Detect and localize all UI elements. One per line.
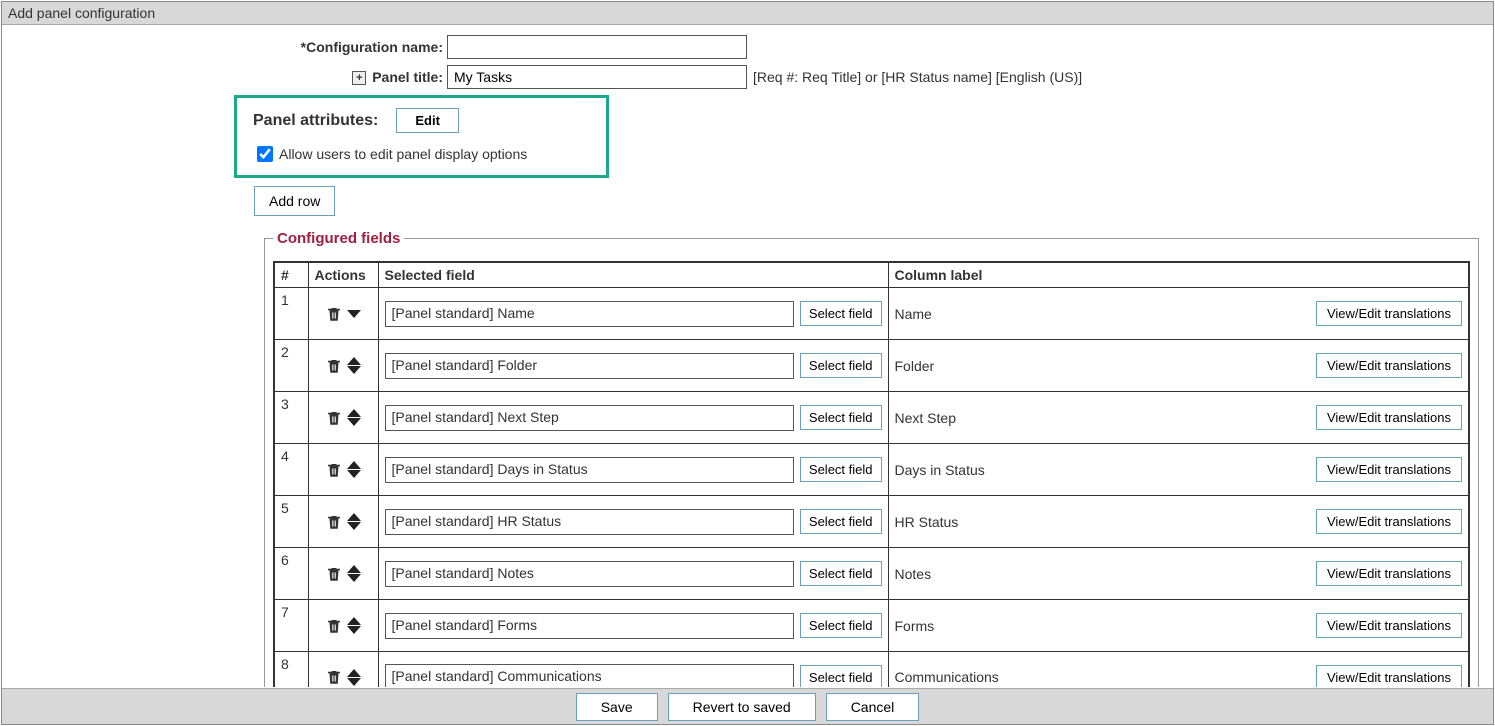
move-up-icon[interactable]: [347, 357, 361, 365]
move-down-icon[interactable]: [347, 310, 361, 318]
selected-field-value: [Panel standard] Next Step: [385, 405, 794, 431]
cancel-button[interactable]: Cancel: [826, 693, 920, 721]
select-field-button[interactable]: Select field: [800, 561, 882, 586]
selected-field-value: [Panel standard] Notes: [385, 561, 794, 587]
row-number: 7: [274, 600, 308, 652]
row-number: 3: [274, 392, 308, 444]
select-field-button[interactable]: Select field: [800, 509, 882, 534]
selected-field-value: [Panel standard] Folder: [385, 353, 794, 379]
move-down-icon[interactable]: [347, 522, 361, 530]
column-label-value: Folder: [895, 358, 1308, 374]
selected-field-value: [Panel standard] HR Status: [385, 509, 794, 535]
row-number: 8: [274, 652, 308, 688]
allow-edit-display-label: Allow users to edit panel display option…: [279, 146, 527, 162]
move-up-icon[interactable]: [347, 669, 361, 677]
edit-panel-attributes-button[interactable]: Edit: [396, 108, 459, 133]
selected-field-value: [Panel standard] Name: [385, 301, 794, 327]
column-label-value: HR Status: [895, 514, 1308, 530]
move-up-icon[interactable]: [347, 409, 361, 417]
view-edit-translations-button[interactable]: View/Edit translations: [1316, 561, 1462, 586]
row-number: 1: [274, 288, 308, 340]
move-down-icon[interactable]: [347, 678, 361, 686]
select-field-button[interactable]: Select field: [800, 301, 882, 326]
move-down-icon[interactable]: [347, 418, 361, 426]
move-up-icon[interactable]: [347, 513, 361, 521]
configured-fields-fieldset: Configured fields # Actions Selected fie…: [264, 230, 1479, 687]
trash-icon[interactable]: [325, 460, 343, 480]
table-row: 7 [Panel standard] FormsSelect field Forms…: [274, 600, 1469, 652]
select-field-button[interactable]: Select field: [800, 353, 882, 378]
move-up-icon[interactable]: [347, 617, 361, 625]
th-selected: Selected field: [378, 262, 888, 288]
move-down-icon[interactable]: [347, 470, 361, 478]
configured-fields-table: # Actions Selected field Column label 1 […: [273, 261, 1470, 687]
footer-bar: Save Revert to saved Cancel: [2, 688, 1493, 724]
trash-icon[interactable]: [325, 356, 343, 376]
select-field-button[interactable]: Select field: [800, 405, 882, 430]
column-label-value: Forms: [895, 618, 1308, 634]
move-up-icon[interactable]: [347, 565, 361, 573]
config-name-input[interactable]: [447, 35, 747, 59]
table-row: 8 [Panel standard] Communications Select f…: [274, 652, 1469, 688]
table-row: 4 [Panel standard] Days in StatusSelect f…: [274, 444, 1469, 496]
view-edit-translations-button[interactable]: View/Edit translations: [1316, 509, 1462, 534]
save-button[interactable]: Save: [576, 693, 658, 721]
row-number: 5: [274, 496, 308, 548]
panel-title-input[interactable]: [447, 65, 747, 89]
move-down-icon[interactable]: [347, 574, 361, 582]
column-label-value: Notes: [895, 566, 1308, 582]
trash-icon[interactable]: [325, 304, 343, 324]
view-edit-translations-button[interactable]: View/Edit translations: [1316, 301, 1462, 326]
trash-icon[interactable]: [325, 616, 343, 636]
configured-fields-legend: Configured fields: [273, 230, 404, 247]
select-field-button[interactable]: Select field: [800, 457, 882, 482]
trash-icon[interactable]: [325, 408, 343, 428]
trash-icon[interactable]: [325, 667, 343, 687]
table-row: 6 [Panel standard] NotesSelect field Notes…: [274, 548, 1469, 600]
view-edit-translations-button[interactable]: View/Edit translations: [1316, 405, 1462, 430]
select-field-button[interactable]: Select field: [800, 665, 882, 687]
column-label-value: Name: [895, 306, 1308, 322]
panel-attributes-label: Panel attributes:: [253, 112, 378, 130]
column-label-value: Days in Status: [895, 462, 1308, 478]
select-field-button[interactable]: Select field: [800, 613, 882, 638]
column-label-value: Next Step: [895, 410, 1308, 426]
view-edit-translations-button[interactable]: View/Edit translations: [1316, 457, 1462, 482]
trash-icon[interactable]: [325, 512, 343, 532]
revert-button[interactable]: Revert to saved: [668, 693, 816, 721]
table-row: 1 [Panel standard] NameSelect field Name Vi…: [274, 288, 1469, 340]
move-up-icon[interactable]: [347, 461, 361, 469]
th-num: #: [274, 262, 308, 288]
move-down-icon[interactable]: [347, 626, 361, 634]
panel-title-hint: [Req #: Req Title] or [HR Status name] […: [753, 69, 1082, 85]
view-edit-translations-button[interactable]: View/Edit translations: [1316, 353, 1462, 378]
allow-edit-display-checkbox[interactable]: [257, 146, 273, 162]
view-edit-translations-button[interactable]: View/Edit translations: [1316, 613, 1462, 638]
view-edit-translations-button[interactable]: View/Edit translations: [1316, 665, 1462, 687]
panel-title-label: Panel title:: [372, 69, 443, 85]
th-actions: Actions: [308, 262, 378, 288]
selected-field-value: [Panel standard] Forms: [385, 613, 794, 639]
selected-field-value: [Panel standard] Communications: [385, 664, 794, 687]
selected-field-value: [Panel standard] Days in Status: [385, 457, 794, 483]
move-down-icon[interactable]: [347, 366, 361, 374]
expand-icon[interactable]: +: [352, 71, 366, 85]
window-title: Add panel configuration: [2, 2, 1493, 25]
table-row: 2 [Panel standard] FolderSelect field Fold…: [274, 340, 1469, 392]
row-number: 4: [274, 444, 308, 496]
config-name-label: *Configuration name:: [2, 39, 447, 55]
th-label: Column label: [888, 262, 1469, 288]
trash-icon[interactable]: [325, 564, 343, 584]
row-number: 6: [274, 548, 308, 600]
panel-attributes-highlight: Panel attributes: Edit Allow users to ed…: [234, 95, 609, 178]
row-number: 2: [274, 340, 308, 392]
column-label-value: Communications: [895, 669, 1308, 685]
table-row: 5 [Panel standard] HR StatusSelect field H…: [274, 496, 1469, 548]
table-row: 3 [Panel standard] Next StepSelect field N…: [274, 392, 1469, 444]
add-row-button[interactable]: Add row: [254, 186, 335, 216]
